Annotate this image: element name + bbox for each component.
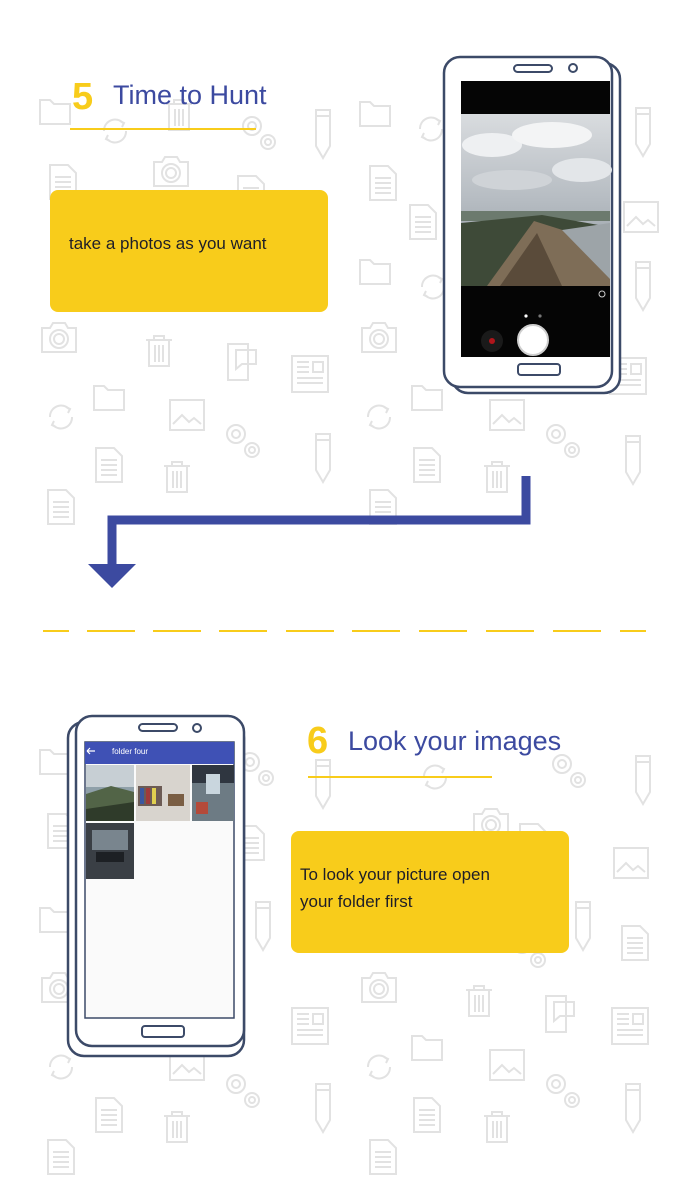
step5-title: Time to Hunt — [113, 80, 267, 110]
phone-camera — [442, 55, 622, 395]
step5-card: take a photos as you want — [50, 190, 328, 312]
step6-number: 6 — [307, 720, 329, 762]
step6-card-line2: your folder first — [300, 892, 413, 911]
step6-card: To look your picture open your folder fi… — [291, 831, 569, 953]
gallery-folder-title: folder four — [112, 747, 148, 756]
step6-card-line1: To look your picture open — [300, 865, 490, 884]
step5-underline — [70, 128, 256, 130]
shutter-button[interactable] — [517, 324, 549, 356]
page-indicator-dot — [538, 314, 542, 318]
thumbnail-4[interactable] — [86, 823, 134, 879]
step6-underline — [308, 776, 492, 778]
gallery-app-bar — [85, 742, 234, 764]
flow-arrow — [88, 476, 531, 588]
step5-card-text: take a photos as you want — [69, 234, 267, 253]
phone-gallery: folder four — [66, 714, 246, 1058]
camera-viewfinder — [461, 114, 612, 298]
thumbnail-2[interactable] — [136, 765, 190, 821]
page-indicator-dot — [524, 314, 528, 318]
thumbnail-1[interactable] — [86, 765, 134, 821]
thumbnail-3[interactable] — [192, 765, 234, 821]
step6-title: Look your images — [348, 726, 562, 756]
step5-number: 5 — [72, 76, 94, 118]
